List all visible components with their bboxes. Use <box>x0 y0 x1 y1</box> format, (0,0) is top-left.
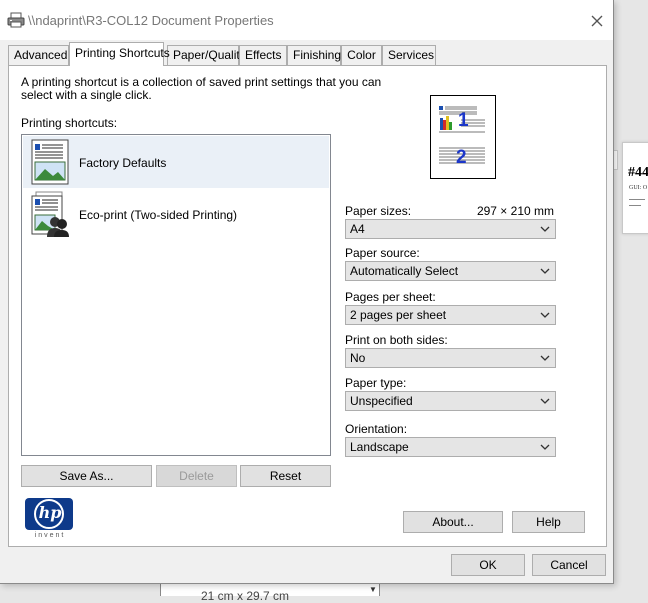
preview-page-number-2: 2 <box>456 147 467 168</box>
background-doc-heading: #44 <box>628 165 648 180</box>
orientation-value: Landscape <box>350 440 409 454</box>
background-doc-line <box>629 205 641 206</box>
shortcut-eco-print[interactable]: Eco-print (Two-sided Printing) <box>23 188 329 240</box>
hp-logo-tagline: invent <box>34 532 66 539</box>
paper-type-value: Unspecified <box>350 394 413 408</box>
hp-logo-text: hp <box>38 503 62 522</box>
background-document-thumbnail: #44 GUI: O <box>622 142 648 234</box>
tab-finishing[interactable]: Finishing <box>287 45 341 65</box>
preview-page-number-1: 1 <box>458 110 469 131</box>
background-strip-text: 21 cm x 29.7 cm <box>201 589 290 603</box>
printer-icon <box>7 12 25 28</box>
shortcuts-list-label: Printing shortcuts: <box>21 116 118 130</box>
tab-services[interactable]: Services <box>382 45 436 65</box>
cancel-button[interactable]: Cancel <box>532 554 606 576</box>
paper-sizes-label: Paper sizes: <box>345 204 412 218</box>
paper-type-select[interactable]: Unspecified <box>345 391 556 411</box>
close-button[interactable] <box>584 8 610 32</box>
delete-button[interactable]: Delete <box>156 465 237 487</box>
background-paper-size-strip: 21 cm x 29.7 cm ▼ <box>160 582 380 603</box>
print-both-sides-value: No <box>350 351 366 365</box>
shortcut-label: Eco-print (Two-sided Printing) <box>79 208 238 222</box>
help-button[interactable]: Help <box>512 511 585 533</box>
background-doc-line <box>629 199 645 200</box>
background-doc-subtext: GUI: O <box>629 185 648 191</box>
paper-size-select[interactable]: A4 <box>345 219 556 239</box>
background-strip-caret-icon: ▼ <box>369 585 377 594</box>
tab-color[interactable]: Color <box>341 45 382 65</box>
shortcut-label: Factory Defaults <box>79 156 167 170</box>
orientation-select[interactable]: Landscape <box>345 437 556 457</box>
two-pages-per-sheet-preview: 1 2 <box>439 106 485 168</box>
chevron-down-icon <box>540 226 550 232</box>
tab-advanced[interactable]: Advanced <box>8 45 69 65</box>
window-title: \\ndaprint\R3-COL12 Document Properties <box>28 13 274 28</box>
tab-effects[interactable]: Effects <box>239 45 287 65</box>
tab-printing-shortcuts[interactable]: Printing Shortcuts <box>69 42 170 66</box>
reset-button[interactable]: Reset <box>240 465 331 487</box>
document-users-icon <box>31 191 69 237</box>
document-landscape-icon <box>31 139 69 185</box>
pages-per-sheet-select[interactable]: 2 pages per sheet <box>345 305 556 325</box>
shortcut-description: A printing shortcut is a collection of s… <box>21 75 382 102</box>
paper-size-value: A4 <box>350 222 365 236</box>
paper-size-dimensions: 297 × 210 mm <box>476 204 554 218</box>
title-bar[interactable]: \\ndaprint\R3-COL12 Document Properties <box>0 0 613 40</box>
print-both-sides-label: Print on both sides: <box>345 333 448 347</box>
close-icon <box>591 15 603 27</box>
chevron-down-icon <box>540 444 550 450</box>
chevron-down-icon <box>540 268 550 274</box>
paper-type-label: Paper type: <box>345 376 407 390</box>
pages-per-sheet-label: Pages per sheet: <box>345 290 436 304</box>
tab-paper-quality[interactable]: Paper/Quality <box>167 45 246 65</box>
about-button[interactable]: About... <box>403 511 503 533</box>
save-as-button[interactable]: Save As... <box>21 465 152 487</box>
chevron-down-icon <box>540 355 550 361</box>
orientation-label: Orientation: <box>345 422 408 436</box>
shortcuts-list[interactable]: Factory Defaults Eco-print (Two-sided Pr… <box>21 134 331 456</box>
paper-source-value: Automatically Select <box>350 264 459 278</box>
pages-per-sheet-value: 2 pages per sheet <box>350 308 447 322</box>
chevron-down-icon <box>540 398 550 404</box>
document-properties-dialog: \\ndaprint\R3-COL12 Document Properties … <box>0 0 614 584</box>
chevron-down-icon <box>540 312 550 318</box>
layout-preview: 1 2 <box>430 95 496 179</box>
hp-logo: hp invent <box>25 498 75 539</box>
print-both-sides-select[interactable]: No <box>345 348 556 368</box>
shortcut-factory-defaults[interactable]: Factory Defaults <box>23 136 329 188</box>
ok-button[interactable]: OK <box>451 554 525 576</box>
paper-source-select[interactable]: Automatically Select <box>345 261 556 281</box>
printing-shortcuts-panel: A printing shortcut is a collection of s… <box>8 65 607 547</box>
paper-source-label: Paper source: <box>345 246 420 260</box>
